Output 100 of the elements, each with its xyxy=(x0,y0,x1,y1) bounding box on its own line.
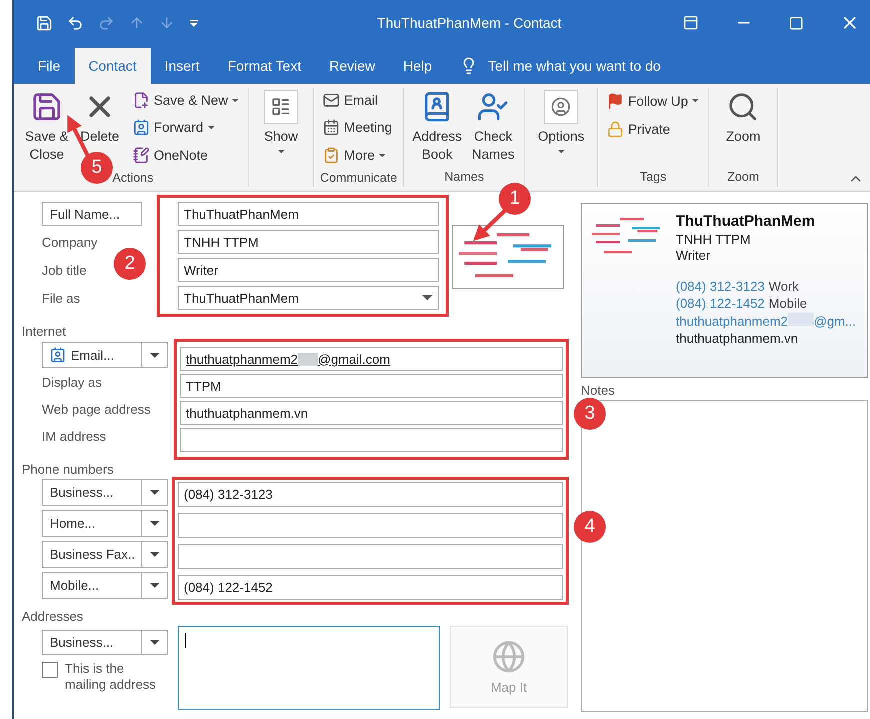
dropdown-arrow-icon xyxy=(150,521,160,526)
list-icon xyxy=(264,90,298,124)
customize-icon[interactable] xyxy=(189,18,199,28)
address-field[interactable] xyxy=(178,626,440,710)
button-label: Check xyxy=(474,128,513,146)
input-field[interactable]: TNHH TTPM xyxy=(178,230,439,254)
ribbon-button[interactable]: Meeting xyxy=(320,115,396,141)
company-name: TNHH TTPM xyxy=(676,232,752,248)
button-label: Forward xyxy=(154,120,204,136)
button-label: Names xyxy=(472,146,515,164)
dropdown-arrow-icon xyxy=(150,640,160,645)
job-title: Writer xyxy=(676,248,712,266)
field-type-button[interactable]: Business... xyxy=(42,630,142,655)
notebook-icon xyxy=(133,146,150,164)
button-label: Meeting xyxy=(344,120,392,136)
ribbon-button[interactable]: Save & Close xyxy=(24,88,70,166)
maximize-icon[interactable] xyxy=(789,16,804,30)
undo-icon[interactable] xyxy=(67,14,84,32)
button-label: Email... xyxy=(71,348,114,362)
dropdown-arrow-icon xyxy=(150,552,160,557)
dropdown-arrow-icon xyxy=(150,583,160,588)
dropdown-button[interactable] xyxy=(142,510,168,537)
ribbon-button[interactable]: Email xyxy=(320,88,396,114)
button-label: OneNote xyxy=(154,148,208,163)
user-icon xyxy=(544,90,578,124)
contact-card-icon xyxy=(50,347,66,363)
lock-icon xyxy=(607,120,624,138)
ribbon-button[interactable]: Forward xyxy=(130,115,242,141)
input-field[interactable]: Writer xyxy=(178,258,439,282)
field-label: Company xyxy=(42,234,98,250)
button-label: Book xyxy=(422,146,453,164)
ribbon-tab[interactable]: Format Text xyxy=(214,48,316,84)
field-type-button[interactable]: Home... xyxy=(42,510,142,537)
ribbon-tab[interactable]: Help xyxy=(389,48,446,84)
email-type-button[interactable]: Email... xyxy=(42,342,142,368)
ribbon-button[interactable]: Delete xyxy=(74,88,126,148)
phone-field[interactable]: (084) 312-3123 xyxy=(178,482,563,507)
field-label: Web page address xyxy=(42,402,151,416)
button-label: Delete xyxy=(80,128,120,146)
ribbon-button[interactable]: Follow Up xyxy=(604,88,702,114)
button-label: Private xyxy=(628,122,670,136)
button-label: Save & New xyxy=(154,93,228,108)
ribbon-button[interactable]: Zoom xyxy=(715,88,772,148)
phone-field[interactable] xyxy=(178,513,563,538)
save-icon[interactable] xyxy=(36,14,53,32)
field-label: Job title xyxy=(42,262,87,278)
notes-field[interactable] xyxy=(581,400,868,712)
ribbon-tab[interactable]: Review xyxy=(315,48,390,84)
website-line: thuthuatphanmem.vn xyxy=(676,330,800,348)
email-line: thuthuatphanmem2 @gm... xyxy=(676,313,856,331)
phone-type: Mobile xyxy=(768,296,808,314)
input-field[interactable]: ThuThuatPhanMem xyxy=(178,202,439,226)
button-label: Email xyxy=(344,93,378,108)
button-label: More xyxy=(344,148,376,163)
ribbon-button[interactable]: More xyxy=(320,142,396,168)
dropdown-button[interactable] xyxy=(142,572,168,599)
ribbon-button[interactable]: Options xyxy=(531,88,592,156)
phone-number: (084) 122-1452 xyxy=(676,296,765,314)
group-label: Zoom xyxy=(726,169,760,186)
ribbon-tab[interactable]: Insert xyxy=(150,48,214,84)
select-value: ThuThuatPhanMem xyxy=(184,290,299,306)
dropdown-button[interactable] xyxy=(142,541,168,568)
contact-card-icon xyxy=(133,119,150,136)
phone-field[interactable] xyxy=(178,544,563,569)
ribbon-display-icon[interactable] xyxy=(683,15,699,31)
tell-me-search[interactable]: Tell me what you want to do xyxy=(446,48,675,84)
field-label: Display as xyxy=(42,374,102,390)
file-as-select[interactable]: ThuThuatPhanMem xyxy=(178,286,439,310)
dropdown-button[interactable] xyxy=(142,630,168,655)
input-field[interactable]: thuthuatphanmem.vn xyxy=(180,401,563,425)
group-label: Tags xyxy=(639,169,668,186)
ribbon-button[interactable]: OneNote xyxy=(130,142,242,168)
window-title: ThuThuatPhanMem - Contact xyxy=(376,15,563,31)
clipboard-check-icon xyxy=(323,146,340,164)
field-label: File as xyxy=(42,290,80,306)
input-field[interactable] xyxy=(180,428,563,452)
dropdown-arrow-icon xyxy=(150,490,160,495)
group-label: Names xyxy=(444,169,486,186)
phone-field[interactable]: (084) 122-1452 xyxy=(178,575,563,600)
input-field[interactable]: TTPM xyxy=(180,374,563,398)
ribbon-button[interactable]: Check Names xyxy=(468,88,518,166)
dropdown-button[interactable] xyxy=(142,479,168,506)
button-label: Map It xyxy=(490,680,528,695)
field-type-button[interactable]: Business Fax.. xyxy=(42,541,142,568)
dropdown-button[interactable] xyxy=(142,342,168,368)
ribbon-tab[interactable]: File xyxy=(24,48,75,84)
search-hint: Tell me what you want to do xyxy=(488,58,661,74)
notes-label: Notes xyxy=(581,383,616,398)
email-field[interactable]: thuthuatphanmem2 @gmail.com xyxy=(180,347,563,371)
ribbon-tab[interactable]: Contact xyxy=(74,48,151,84)
ribbon-button[interactable]: Show xyxy=(255,88,308,156)
ribbon-button[interactable]: Private xyxy=(604,116,702,142)
ribbon-button[interactable]: Save & New xyxy=(130,88,242,114)
full-name-button[interactable]: Full Name... xyxy=(42,202,142,226)
field-type-button[interactable]: Mobile... xyxy=(42,572,142,599)
checkbox[interactable] xyxy=(42,662,58,678)
field-type-button[interactable]: Business... xyxy=(42,479,142,506)
dropdown-arrow-icon xyxy=(150,352,160,358)
ribbon-button[interactable]: Address Book xyxy=(410,88,464,166)
flag-icon xyxy=(607,92,624,110)
